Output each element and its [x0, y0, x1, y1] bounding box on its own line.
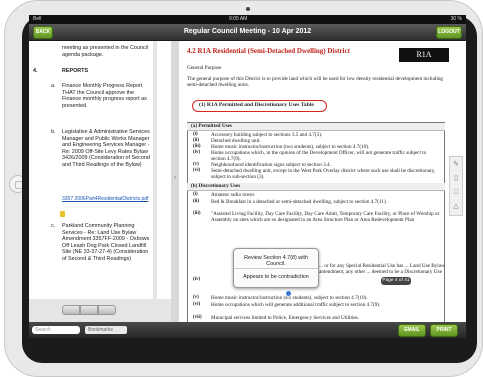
row-number: (v) [193, 162, 199, 167]
table-row: Home occupations which, in the opinion o… [211, 150, 427, 163]
row-number: (vi) [193, 168, 201, 173]
subheading: General Purpose [187, 65, 222, 71]
eraser-icon[interactable]: ▯ [452, 174, 460, 182]
row-number: (iii) [193, 144, 201, 149]
permitted-uses-header: (a) Permitted Uses [191, 123, 232, 129]
popup-item-contradiction[interactable]: Appears to be contradiction [234, 274, 318, 280]
logout-button[interactable]: LOGOUT [436, 26, 462, 39]
row-number: (i) [193, 132, 198, 137]
app-screen: Bell 9:05 AM 30 % Regular Council Meetin… [29, 15, 466, 338]
agenda-scrollbar[interactable] [153, 41, 157, 322]
panel-divider[interactable] [171, 41, 179, 322]
row-number: (vi) [193, 302, 201, 307]
table-row: "Assisted Living Facility, Day Care Faci… [211, 211, 440, 224]
title-bar: Regular Council Meeting - 10 Apr 2012 BA… [29, 24, 466, 41]
agenda-intro-text: meeting as presented in the Council agen… [62, 45, 149, 58]
agenda-item-letter: c. [51, 223, 56, 229]
agenda-section-title: REPORTS [62, 68, 89, 74]
row-number: (ii) [193, 138, 200, 143]
annotation-marker-icon[interactable] [286, 291, 291, 296]
row-number: (i) [193, 192, 198, 197]
pencil-icon[interactable]: ✎ [452, 160, 460, 168]
agenda-toolbar [29, 299, 171, 322]
document-viewer[interactable]: 4.2 R1A Residential (Semi-Detached Dwell… [179, 41, 466, 322]
table-row: Home occupations which will generate add… [211, 302, 381, 308]
bottom-toolbar: Search Bookmarks EMAIL PRINT [29, 322, 466, 338]
row-number: (iv) [193, 277, 201, 282]
table-row: Semi-detached dwelling unit, except in t… [211, 168, 436, 181]
row-number: (iv) [193, 150, 201, 155]
attachment-link[interactable]: 3357 2006Part4ResidentialDistricts.pdf [62, 196, 154, 203]
meeting-title: Regular Council Meeting - 10 Apr 2012 [183, 28, 312, 35]
page-indicator: Page 4 of 41 [381, 277, 411, 285]
purpose-paragraph: The general purpose of this District is … [187, 76, 444, 89]
row-number: (vii) [193, 315, 202, 320]
camera-dot [246, 7, 250, 11]
agenda-panel: meeting as presented in the Council agen… [29, 41, 171, 322]
trash-icon[interactable]: △ [452, 202, 460, 210]
table-row: Municipal services limited to Police, Em… [211, 315, 360, 321]
popup-separator [234, 268, 318, 269]
agenda-item-b[interactable]: Legislative & Administrative Services Ma… [62, 129, 150, 169]
view-mode-3-button[interactable] [98, 305, 116, 315]
lock-icon [60, 211, 65, 217]
document-heading: 4.2 R1A Residential (Semi-Detached Dwell… [187, 47, 350, 55]
agenda-section-number: 4. [33, 68, 38, 74]
uses-table-title: (1) R1A Permitted and Discretionary Uses… [199, 102, 314, 108]
back-button[interactable]: BACK [33, 26, 53, 39]
agenda-item-c[interactable]: Parkland Community Planning Services - R… [62, 223, 150, 263]
carrier-label: Bell [33, 16, 42, 22]
table-row: Amateur radio tower. [211, 192, 256, 198]
agenda-item-a[interactable]: Finance Monthly Progress Report THAT the… [62, 83, 150, 109]
annotation-toolbar: ✎ ▯ □ △ [449, 156, 463, 216]
clock-label: 9:05 AM [229, 16, 248, 22]
table-row: Home music instructor/instruction (six s… [211, 295, 368, 301]
status-bar: Bell 9:05 AM 30 % [29, 15, 466, 24]
chevron-left-icon[interactable]: ‹ [171, 175, 179, 181]
table-row: ... or for any Special Residential Use h… [319, 263, 445, 276]
agenda-item-letter: b. [51, 129, 56, 135]
agenda-item-letter: a. [51, 83, 56, 89]
print-button[interactable]: PRINT [430, 324, 458, 337]
note-icon[interactable]: □ [452, 188, 460, 196]
popup-item-review[interactable]: Review Section 4.7(8) with Council. [234, 255, 318, 267]
email-button[interactable]: EMAIL [398, 324, 426, 337]
row-number: (iii) [193, 211, 201, 216]
discretionary-uses-header: (b) Discretionary Uses [191, 183, 241, 189]
search-input[interactable]: Search [32, 326, 80, 334]
row-number: (ii) [193, 199, 200, 204]
annotation-popup: Review Section 4.7(8) with Council. Appe… [233, 248, 319, 288]
row-number: (v) [193, 295, 199, 300]
view-mode-2-button[interactable] [80, 305, 98, 315]
view-mode-1-button[interactable] [62, 305, 80, 315]
battery-label: 30 % [450, 16, 462, 22]
bookmarks-select[interactable]: Bookmarks [85, 326, 127, 334]
district-badge: R1A [399, 48, 449, 62]
table-row: Bed & Breakfast in a detached or semi-de… [211, 199, 387, 205]
